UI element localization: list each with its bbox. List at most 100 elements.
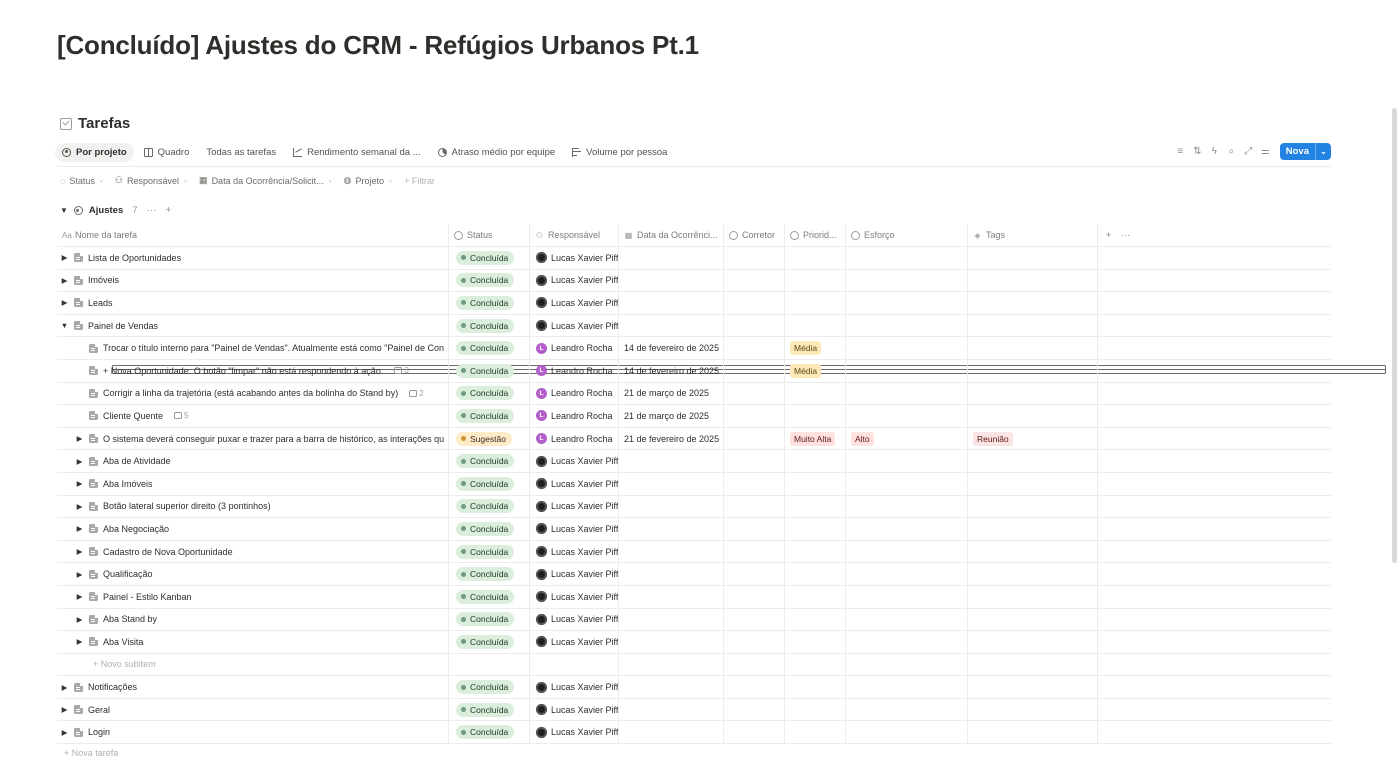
responsavel-cell[interactable]: Lucas Xavier Piffer — [530, 269, 619, 292]
task-name[interactable]: Aba Stand by — [103, 614, 157, 624]
tags-cell[interactable] — [968, 472, 1098, 495]
table-row[interactable]: Corrigir a linha da trajetória (está aca… — [57, 382, 1331, 406]
status-cell[interactable]: Concluída — [449, 337, 530, 359]
prioridade-cell[interactable] — [785, 676, 846, 698]
table-row[interactable]: ▶ Aba Visita Concluída Lucas Xavier Piffer — [57, 631, 1331, 654]
task-name-cell[interactable]: Trocar o título interno para "Painel de … — [57, 337, 449, 359]
task-name[interactable]: Botão lateral superior direito (3 pontin… — [103, 501, 271, 511]
task-name-cell[interactable]: ▶ Cadastro de Nova Oportunidade — [57, 540, 449, 563]
prioridade-cell[interactable] — [785, 314, 846, 337]
collapse-toggle-icon[interactable]: ▼ — [60, 206, 68, 215]
view-tab[interactable]: Todas as tarefas — [112, 143, 1386, 374]
prioridade-cell[interactable] — [785, 518, 846, 540]
table-row[interactable]: ▶ Aba de Atividade Concluída Lucas Xavier P… — [57, 450, 1331, 473]
expand-toggle-icon[interactable]: ▶ — [60, 276, 69, 285]
prioridade-cell[interactable] — [785, 405, 846, 427]
esforco-cell[interactable]: Alto — [846, 427, 968, 450]
task-name-cell[interactable]: ▶ Lista de Oportunidades — [57, 247, 449, 269]
table-row[interactable]: ▶ Aba Stand by Concluída Lucas Xavier Piffe… — [57, 608, 1331, 632]
task-name-cell[interactable]: ▶ Aba Negociação — [57, 518, 449, 540]
corretor-cell[interactable] — [724, 269, 785, 292]
expand-toggle-icon[interactable]: ▶ — [75, 479, 84, 488]
corretor-cell[interactable] — [724, 427, 785, 450]
esforco-cell[interactable] — [846, 653, 968, 676]
more-icon[interactable]: ··· — [147, 205, 157, 216]
esforco-cell[interactable] — [846, 698, 968, 721]
date-cell[interactable] — [619, 608, 724, 631]
task-name[interactable]: Imóveis — [88, 275, 119, 285]
status-cell[interactable]: Concluída — [449, 608, 530, 631]
new-task-button[interactable]: + Nova tarefa — [64, 748, 118, 758]
add-icon[interactable]: + — [166, 205, 172, 216]
date-cell[interactable] — [619, 540, 724, 563]
prioridade-cell[interactable] — [785, 585, 846, 608]
table-row[interactable]: ▶ Lista de Oportunidades Concluída Lucas Xa… — [57, 247, 1331, 270]
status-cell[interactable]: Sugestão — [449, 427, 530, 450]
expand-toggle-icon[interactable]: ▶ — [60, 683, 69, 692]
page-title[interactable]: [Concluído] Ajustes do CRM - Refúgios Ur… — [57, 30, 699, 61]
group-header[interactable]: ▼ Ajustes 7 ··· + — [60, 205, 171, 216]
new-button[interactable]: Nova ⌄ — [1279, 143, 1331, 160]
expand-toggle-icon[interactable]: ▶ — [75, 637, 84, 646]
task-name-cell[interactable]: ▼ Painel de Vendas — [57, 314, 449, 337]
status-cell[interactable]: Concluída — [449, 721, 530, 744]
esforco-cell[interactable] — [846, 405, 968, 427]
view-tab[interactable]: Volume por pessoa — [565, 143, 674, 162]
prioridade-cell[interactable]: Média — [785, 359, 846, 382]
task-name[interactable]: Painel de Vendas — [88, 321, 158, 331]
new-subitem-label[interactable]: + Novo subitem — [93, 659, 156, 669]
prioridade-cell[interactable] — [785, 292, 846, 314]
task-name[interactable]: Lista de Oportunidades — [88, 253, 181, 263]
vertical-scrollbar[interactable] — [1392, 108, 1397, 563]
tags-cell[interactable] — [968, 653, 1098, 676]
status-cell[interactable]: Concluída — [449, 518, 530, 540]
table-row[interactable]: ▶ Botão lateral superior direito (3 ponti… — [57, 495, 1331, 519]
corretor-cell[interactable] — [724, 721, 785, 744]
esforco-cell[interactable] — [846, 540, 968, 563]
task-name-cell[interactable]: ▶ O sistema deverá conseguir puxar e traz… — [57, 427, 449, 450]
prioridade-cell[interactable] — [785, 608, 846, 631]
expand-toggle-icon[interactable]: ▶ — [75, 434, 84, 443]
date-cell[interactable] — [619, 631, 724, 653]
responsavel-cell[interactable]: Lucas Xavier Piffer — [530, 472, 619, 495]
task-name[interactable]: Corrigir a linha da trajetória (está aca… — [103, 388, 398, 398]
task-name-cell[interactable]: ▶ Imóveis — [57, 269, 449, 292]
date-cell[interactable]: 21 de fevereiro de 2025 — [619, 427, 724, 450]
task-name[interactable]: Qualificação — [103, 569, 153, 579]
prioridade-cell[interactable]: Média — [785, 337, 846, 359]
expand-toggle-icon[interactable]: ▶ — [60, 298, 69, 307]
column-header-data[interactable]: ▦ Data da Ocorrênci... — [619, 224, 724, 246]
task-name-cell[interactable]: ▶ Aba Visita — [57, 631, 449, 653]
database-title[interactable]: Tarefas — [60, 115, 130, 132]
table-row[interactable]: ▶ Leads Concluída Lucas Xavier Piffer — [57, 292, 1331, 315]
date-cell[interactable] — [619, 676, 724, 698]
task-name-cell[interactable]: ▶ Aba Stand by — [57, 608, 449, 631]
expand-toggle-icon[interactable]: ▶ — [60, 253, 69, 262]
responsavel-cell[interactable] — [530, 653, 619, 676]
esforco-cell[interactable] — [846, 314, 968, 337]
prioridade-cell[interactable] — [785, 269, 846, 292]
prioridade-cell[interactable] — [785, 495, 846, 518]
responsavel-cell[interactable]: Lucas Xavier Piffer — [530, 631, 619, 653]
esforco-cell[interactable] — [846, 382, 968, 405]
view-tab[interactable]: Atraso médio por equipe — [431, 143, 563, 162]
tags-cell[interactable] — [968, 698, 1098, 721]
comment-count[interactable]: 2 — [409, 389, 424, 398]
task-name-cell[interactable]: + Nova Oportunidade: O botão "limpar" nã… — [57, 359, 449, 382]
add-column-icon[interactable]: + — [1106, 230, 1111, 240]
status-cell[interactable]: Concluída — [449, 563, 530, 585]
table-row[interactable]: ▶ Notificações Concluída Lucas Xavier Piffe… — [57, 676, 1331, 699]
tags-cell[interactable] — [968, 450, 1098, 472]
filter-icon[interactable]: ≡ — [1174, 144, 1187, 160]
chevron-down-icon[interactable]: ⌄ — [1315, 143, 1331, 160]
status-cell[interactable]: Concluída — [449, 314, 530, 337]
date-cell[interactable]: 14 de fevereiro de 2025 — [619, 337, 724, 359]
responsavel-cell[interactable]: Lucas Xavier Piffer — [530, 608, 619, 631]
task-name[interactable]: O sistema deverá conseguir puxar e traze… — [103, 434, 444, 444]
corretor-cell[interactable] — [724, 450, 785, 472]
view-tab[interactable]: Quadro — [137, 143, 197, 162]
tags-cell[interactable] — [968, 405, 1098, 427]
corretor-cell[interactable] — [724, 518, 785, 540]
table-row[interactable]: ▶ Aba Negociação Concluída Lucas Xavier Pif… — [57, 518, 1331, 541]
tags-cell[interactable] — [968, 359, 1098, 382]
